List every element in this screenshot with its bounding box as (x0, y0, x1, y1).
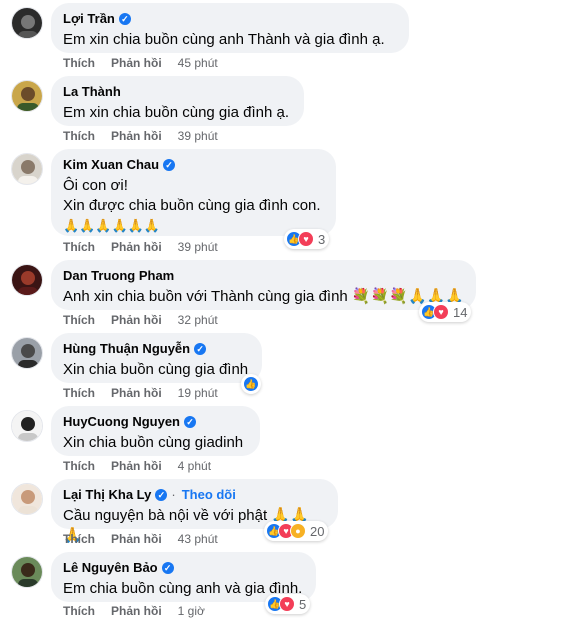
avatar[interactable] (11, 483, 43, 515)
like-reaction-icon: 👍 (243, 376, 259, 392)
like-button[interactable]: Thích (63, 532, 95, 546)
commenter-name[interactable]: Lại Thị Kha Ly (63, 487, 151, 503)
like-button[interactable]: Thích (63, 129, 95, 143)
comment-actions: Thích Phản hồi 4 phút (63, 459, 211, 473)
comment-text: Ôi con ơi! Xin được chia buồn cùng gia đ… (63, 177, 321, 214)
reply-button[interactable]: Phản hồi (111, 459, 162, 473)
comment-actions: Thích Phản hồi 19 phút (63, 386, 218, 400)
comment-text: Anh xin chia buồn với Thành cùng gia đìn… (63, 288, 464, 305)
comment-text: Xin chia buồn cùng giadinh (63, 434, 244, 451)
separator-dot: · (171, 487, 176, 502)
reaction-summary[interactable]: 👍 (241, 374, 261, 394)
like-button[interactable]: Thích (63, 240, 95, 254)
commenter-name[interactable]: Lê Nguyên Bảo (63, 560, 158, 576)
commenter-name[interactable]: Dan Truong Pham (63, 268, 174, 284)
like-button[interactable]: Thích (63, 604, 95, 618)
reply-button[interactable]: Phản hồi (111, 532, 162, 546)
avatar[interactable] (11, 337, 43, 369)
love-reaction-icon: ♥ (279, 596, 295, 612)
timestamp[interactable]: 32 phút (178, 313, 218, 327)
avatar[interactable] (11, 556, 43, 588)
comment-actions: Thích Phản hồi 32 phút (63, 313, 218, 327)
comment-bubble: Hùng Thuận Nguyễn ✓ Xin chia buồn cùng g… (51, 333, 262, 383)
comment-actions: Thích Phản hồi 45 phút (63, 56, 218, 70)
commenter-name[interactable]: Lợi Trần (63, 11, 115, 27)
commenter-name[interactable]: HuyCuong Nguyen (63, 414, 180, 430)
timestamp[interactable]: 45 phút (178, 56, 218, 70)
reaction-count: 3 (318, 231, 326, 247)
like-button[interactable]: Thích (63, 56, 95, 70)
comment-bubble: Kim Xuan Chau ✓ Ôi con ơi! Xin được chia… (51, 149, 336, 236)
like-button[interactable]: Thích (63, 459, 95, 473)
reaction-summary[interactable]: 👍 ♥ ● 20 (264, 521, 329, 541)
avatar[interactable] (11, 7, 43, 39)
avatar[interactable] (11, 410, 43, 442)
love-reaction-icon: ♥ (433, 304, 449, 320)
reply-button[interactable]: Phản hồi (111, 240, 162, 254)
reaction-summary[interactable]: 👍 ♥ 14 (419, 302, 472, 322)
like-button[interactable]: Thích (63, 386, 95, 400)
avatar[interactable] (11, 80, 43, 112)
reply-button[interactable]: Phản hồi (111, 56, 162, 70)
verified-badge-icon: ✓ (161, 562, 174, 574)
comment-actions: Thích Phản hồi 39 phút (63, 240, 218, 254)
comment-actions: Thích Phản hồi 1 giờ (63, 604, 205, 618)
reaction-summary[interactable]: 👍 ♥ 3 (284, 229, 330, 249)
comment-bubble: La Thành Em xin chia buồn cùng gia đình … (51, 76, 304, 126)
comment-text: Em xin chia buồn cùng anh Thành và gia đ… (63, 31, 385, 48)
verified-badge-icon: ✓ (184, 416, 196, 428)
care-reaction-icon: ● (290, 523, 306, 539)
commenter-name[interactable]: La Thành (63, 84, 121, 100)
follow-button[interactable]: Theo dõi (182, 487, 236, 503)
commenter-name[interactable]: Hùng Thuận Nguyễn (63, 341, 190, 357)
comment-bubble: Lợi Trần ✓ Em xin chia buồn cùng anh Thà… (51, 3, 409, 53)
timestamp[interactable]: 19 phút (178, 386, 218, 400)
reply-button[interactable]: Phản hồi (111, 604, 162, 618)
comment-actions: Thích Phản hồi 39 phút (63, 129, 218, 143)
love-reaction-icon: ♥ (298, 231, 314, 247)
timestamp[interactable]: 1 giờ (178, 604, 205, 618)
comment-bubble: HuyCuong Nguyen ✓ Xin chia buồn cùng gia… (51, 406, 260, 456)
reaction-count: 20 (310, 523, 325, 539)
verified-badge-icon: ✓ (194, 343, 207, 355)
timestamp[interactable]: 4 phút (178, 459, 211, 473)
comment-text: Em xin chia buồn cùng gia đình ạ. (63, 104, 289, 121)
reply-button[interactable]: Phản hồi (111, 313, 162, 327)
like-button[interactable]: Thích (63, 313, 95, 327)
verified-badge-icon: ✓ (155, 489, 168, 501)
reaction-count: 5 (299, 596, 307, 612)
timestamp[interactable]: 39 phút (178, 129, 218, 143)
avatar[interactable] (11, 264, 43, 296)
avatar[interactable] (11, 153, 43, 185)
comment-bubble: Dan Truong Pham Anh xin chia buồn với Th… (51, 260, 476, 310)
timestamp[interactable]: 43 phút (178, 532, 218, 546)
verified-badge-icon: ✓ (118, 13, 131, 25)
reply-button[interactable]: Phản hồi (111, 386, 162, 400)
reaction-count: 14 (453, 304, 468, 320)
timestamp[interactable]: 39 phút (178, 240, 218, 254)
comment-actions: Thích Phản hồi 43 phút (63, 532, 218, 546)
verified-badge-icon: ✓ (163, 159, 176, 171)
commenter-name[interactable]: Kim Xuan Chau (63, 157, 159, 173)
reply-button[interactable]: Phản hồi (111, 129, 162, 143)
comment-text: Xin chia buồn cùng gia đình (63, 361, 249, 378)
reaction-summary[interactable]: 👍 ♥ 5 (265, 594, 311, 614)
